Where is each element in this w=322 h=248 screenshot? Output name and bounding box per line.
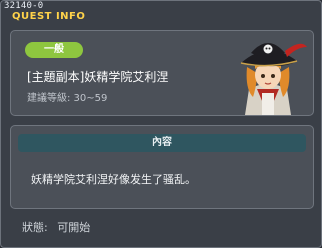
status-label: 狀態: (22, 221, 48, 234)
status-value: 可開始 (57, 221, 91, 234)
quest-name: [主題副本]妖精学院艾利涅 (27, 70, 169, 84)
quest-content-panel: 內容 妖精学院艾利涅好像发生了骚乱。 (10, 125, 314, 209)
content-header: 內容 (18, 134, 306, 152)
quest-info-window: 32140-0 QUEST INFO 一般 [主題副本]妖精学院艾利涅 建議等級… (0, 0, 322, 248)
quest-status: 狀態: 可開始 (22, 221, 90, 235)
recommended-level: 建議等級: 30~59 (27, 93, 108, 104)
quest-id: 32140-0 (4, 1, 44, 11)
titlebar[interactable]: 32140-0 QUEST INFO (1, 1, 321, 23)
quest-description: 妖精学院艾利涅好像发生了骚乱。 (31, 173, 196, 186)
window-title: QUEST INFO (12, 11, 86, 22)
pirate-captain-npc-icon (240, 43, 307, 115)
quest-summary-panel: 一般 [主題副本]妖精学院艾利涅 建議等級: 30~59 (10, 30, 314, 116)
quest-type-badge: 一般 (25, 42, 83, 58)
